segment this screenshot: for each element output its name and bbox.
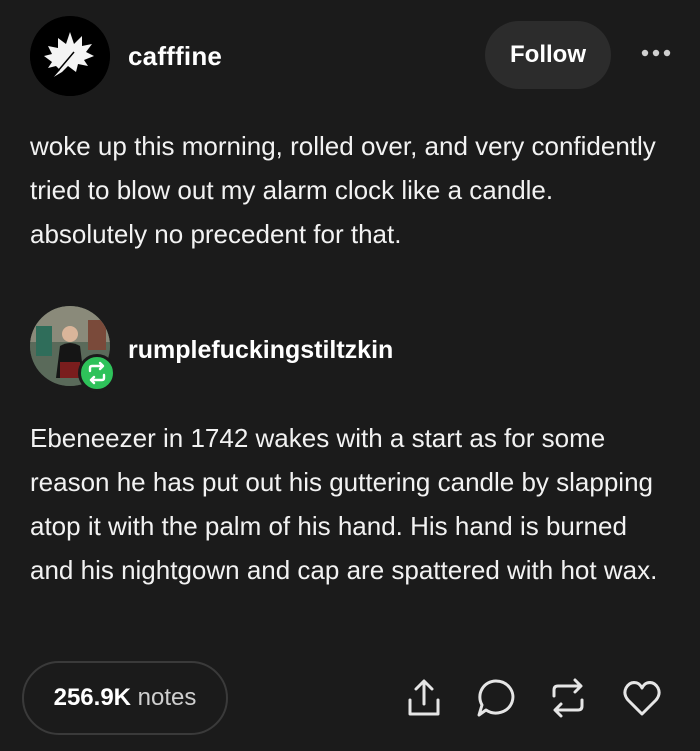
notes-button[interactable]: 256.9K notes xyxy=(22,661,228,735)
reply-icon[interactable] xyxy=(474,676,518,720)
follow-button[interactable]: Follow xyxy=(485,21,611,89)
reblog-badge-icon xyxy=(78,354,116,392)
post-body: woke up this morning, rolled over, and v… xyxy=(30,131,656,249)
post-username[interactable]: cafffine xyxy=(128,41,222,72)
share-icon[interactable] xyxy=(402,676,446,720)
heart-icon[interactable] xyxy=(620,676,664,720)
post-header: cafffine Follow xyxy=(30,14,672,98)
reblog-icon[interactable] xyxy=(546,676,590,720)
reblog-header: rumplefuckingstiltzkin xyxy=(30,306,670,392)
reblog-body: Ebeneezer in 1742 wakes with a start as … xyxy=(30,423,658,585)
notes-count: 256.9K xyxy=(53,684,131,711)
notes-label: notes xyxy=(137,684,197,711)
oak-leaf-icon xyxy=(30,16,110,96)
reblog-username[interactable]: rumplefuckingstiltzkin xyxy=(128,336,393,365)
more-dots-icon[interactable] xyxy=(640,46,672,60)
avatar[interactable] xyxy=(30,16,110,96)
